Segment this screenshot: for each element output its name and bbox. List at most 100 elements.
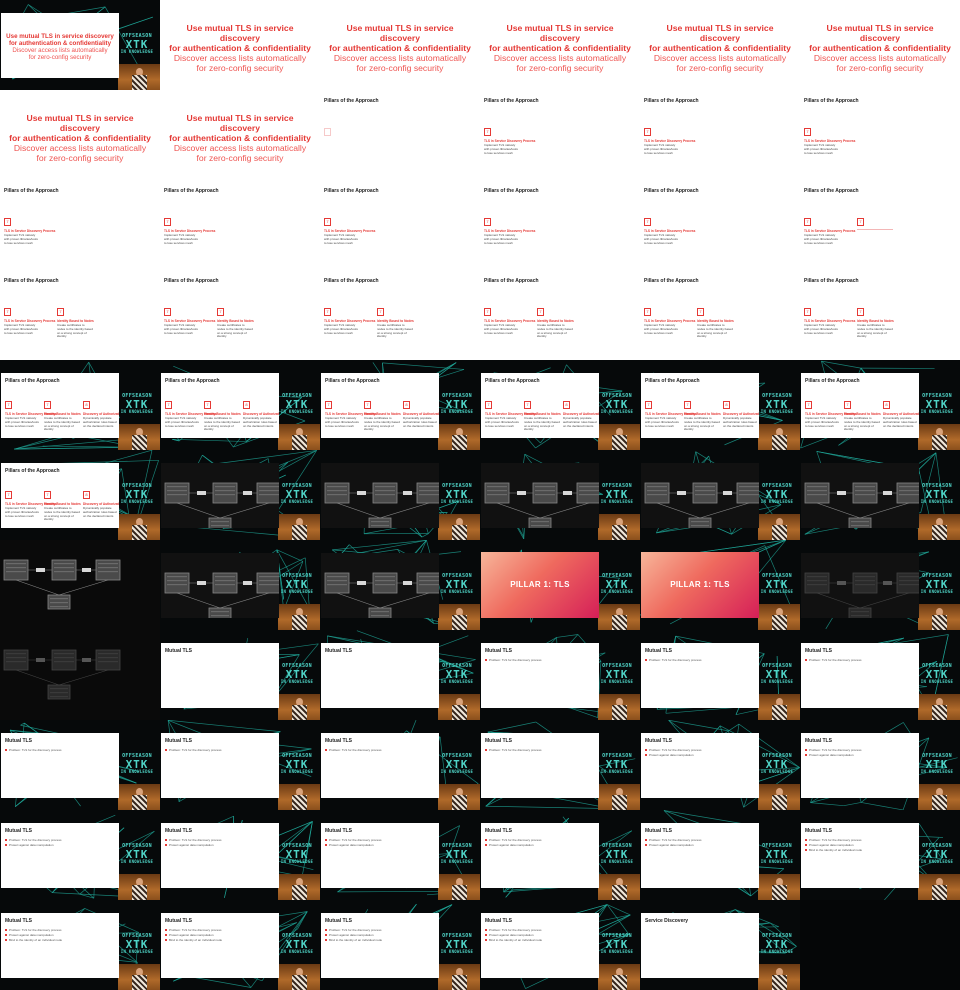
headline-block: Use mutual TLS in service discovery for a… [6,113,154,163]
pillar-description: Implement TLS natively with proven libra… [805,416,839,428]
speaker-shirt [612,885,627,900]
logo-line-3: IN KNOWLEDGE [760,679,794,684]
diagram-node-row [375,584,395,586]
pillar-1: 7 TLS in Service Discovery Process Impleme… [484,128,535,155]
slide-panel: Mutual TLS Problem: TLS for the discovery… [1,913,119,978]
slide-panel: Mutual TLS Problem: TLS for the discovery… [1,733,119,798]
speaker-shirt [932,705,947,720]
diagram-node-row [6,571,26,573]
bullet-item: Protect against data manipulation [485,843,595,848]
speaker-video [598,694,640,720]
video-frame-thumbnail: OFFSEASON XTK IN KNOWLEDGE Mutual TLS Proble… [0,810,160,900]
pillar-1: 7 TLS in Service Discovery Process Impleme… [4,308,55,335]
slide-title: Pillars of the Approach [484,278,539,284]
diagram-node-row [211,525,229,527]
pillars-row: 7 TLS in Service Discovery Process Impleme… [485,401,599,431]
pillars-row: 7 TLS in Service Discovery Process Impleme… [164,218,316,248]
diagram-node-row [851,521,869,523]
diagram-link [176,592,221,609]
logo-line-3: IN KNOWLEDGE [920,499,954,504]
diagram-node-row [899,494,919,496]
video-frame-thumbnail: Pillars of the Approach 7 TLS in Service D… [0,270,160,360]
pillar-icon: 7 [684,401,691,409]
diagram-label-chip [243,491,252,495]
diagram-node-row [375,580,395,582]
diagram-node-row [739,490,759,492]
pillar-description: Implement TLS natively with proven libra… [324,323,358,335]
video-frame-thumbnail: OFFSEASON XTK IN KNOWLEDGE PILLAR 1: TLS [640,540,800,630]
slide-title: Mutual TLS [5,828,32,834]
architecture-diagram [804,572,919,618]
diagram-link [219,502,270,519]
headline-block: Use mutual TLS in service discovery for a… [5,33,115,62]
slide-title: Mutual TLS [485,918,512,924]
speaker-shirt [452,705,467,720]
speaker-shirt [292,885,307,900]
pillar-description: Create certificates to nodes to the iden… [684,416,720,432]
speaker-video [918,874,960,900]
slide-title: Mutual TLS [325,918,352,924]
bullet-list: Problem: TLS for the discovery process Pr… [5,838,115,848]
architecture-diagram [804,482,919,528]
bullet-list: Problem: TLS for the discovery process Pr… [485,838,595,848]
pillar-icon: 7 [804,218,811,226]
speaker-video [118,514,160,540]
video-frame-thumbnail: OFFSEASON XTK IN KNOWLEDGE Mutual TLS Proble… [640,720,800,810]
pillar-3: 8Discovery of Authorization RulesDynamic… [563,401,599,428]
bullet-item: Problem: TLS for the discovery process [325,748,435,753]
speaker-video [598,604,640,630]
pillar-icon: 7 [644,218,651,226]
diagram-node-row [54,653,74,655]
logo-line-3: IN KNOWLEDGE [600,679,634,684]
pillar-icon: 7 [537,308,544,316]
speaker-shirt [292,705,307,720]
headline-block: Use mutual TLS in service discovery for a… [486,23,634,73]
speaker-shirt [132,435,147,450]
slide-panel: Pillars of the Approach 7 TLS in Service D… [321,373,439,438]
diagram-node-row [739,494,759,496]
slide-panel: Mutual TLS Problem: TLS for the discovery… [321,913,439,978]
slide-panel: Pillars of the Approach 7 TLS in Service D… [0,180,160,270]
diagram-node-row [419,486,439,488]
pillar-description: Create certificates to nodes to the iden… [377,323,413,339]
slide-title: Mutual TLS [325,738,352,744]
diagram-label-chip [403,491,412,495]
speaker-video [758,514,800,540]
slide-panel: Pillars of the Approach 7 TLS in Service D… [800,270,960,360]
pillar-icon: 8 [563,401,570,409]
logo-line-3: IN KNOWLEDGE [920,859,954,864]
pillar-icon: 7 [324,308,331,316]
bullet-list: Problem: TLS for the discovery process Pr… [325,838,435,848]
slide-panel: Mutual TLS Problem: TLS for the discovery… [641,823,759,888]
pillar-icon: 7 [325,401,332,409]
pillar-2: 7 Identity Bound to Nodes Create certifica… [217,308,254,339]
pillar-description: Create certificates to nodes to the iden… [44,416,80,432]
slide-panel: Pillars of the Approach 7 TLS in Service D… [320,180,480,270]
speaker-shirt [132,525,147,540]
logo-line-3: IN KNOWLEDGE [440,499,474,504]
speaker-shirt [772,705,787,720]
pillar-3: 8Discovery of Authorization RulesDynamic… [723,401,759,428]
diagram-link [859,502,910,519]
diagram-node-row [899,490,919,492]
bullet-list: Problem: TLS for the discovery process [485,748,595,753]
pillar-divider [857,229,893,230]
slide-title: Mutual TLS [165,918,192,924]
speaker-video [278,874,320,900]
speaker-video [598,874,640,900]
pillar-1: 7 TLS in Service Discovery Process Impleme… [645,401,696,428]
logo-line-3: IN KNOWLEDGE [120,499,154,504]
bullet-item: Problem: TLS for the discovery process [645,658,755,663]
contact-sheet-dark-section: OFFSEASON XTK IN KNOWLEDGE Pillars of the A… [0,360,960,990]
pillar-icon: 7 [484,128,491,136]
headline-block: Use mutual TLS in service discovery for a… [646,23,794,73]
logo-line-3: IN KNOWLEDGE [600,859,634,864]
pillars-row: 7 TLS in Service Discovery Process Impleme… [484,128,636,158]
slide-panel [321,463,439,528]
bullet-item: Problem: TLS for the discovery process [5,748,115,753]
diagram-label-chip [197,491,206,495]
logo-line-3: IN KNOWLEDGE [280,859,314,864]
diagram-node-row [167,580,187,582]
video-frame-thumbnail: Use mutual TLS in service discovery for a… [800,0,960,90]
pillar-icon: 7 [204,401,211,409]
